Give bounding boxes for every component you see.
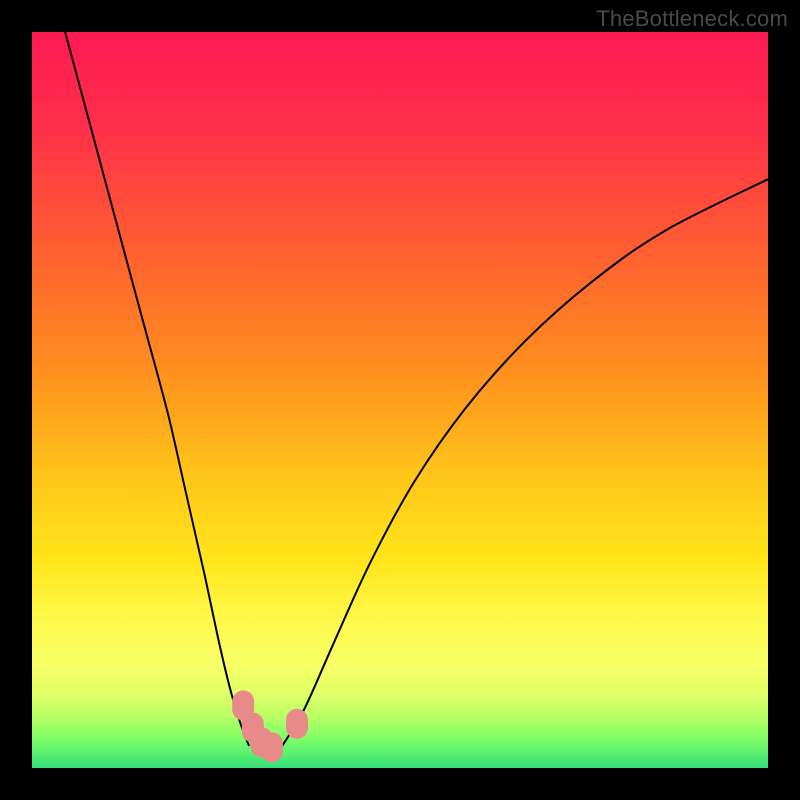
valley-marker [261,732,283,762]
chart-svg [32,32,768,768]
plot-area [32,32,768,768]
chart-frame: TheBottleneck.com [0,0,800,800]
valley-marker [286,709,308,739]
gradient-background [32,32,768,768]
watermark-text: TheBottleneck.com [596,6,788,32]
